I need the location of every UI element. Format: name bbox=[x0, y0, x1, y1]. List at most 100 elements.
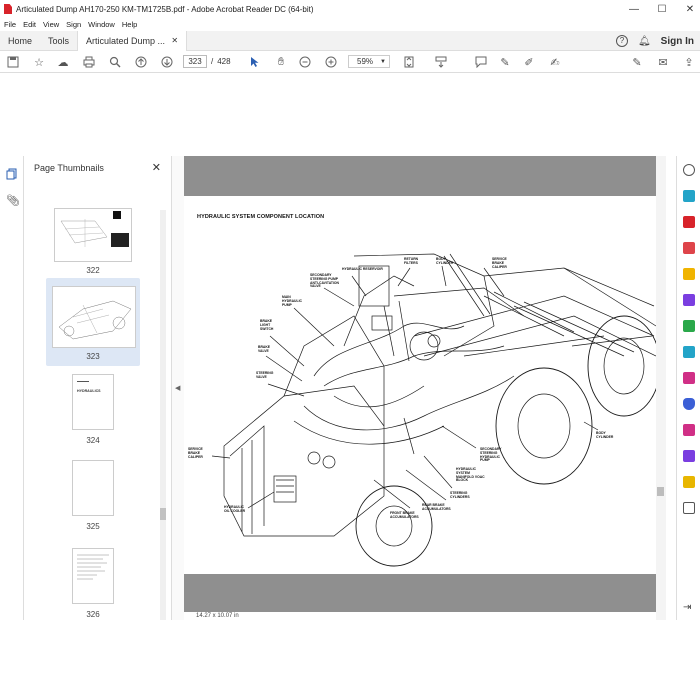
acrobat-icon bbox=[4, 4, 12, 14]
chevron-down-icon: ▼ bbox=[380, 59, 386, 65]
page-thumbnails-icon[interactable] bbox=[6, 168, 18, 180]
close-panel-icon[interactable]: ✕ bbox=[152, 161, 161, 174]
maximize-button[interactable]: ☐ bbox=[648, 0, 676, 18]
tabs-bar: Home Tools Articulated Dump ... ✕ ? 🔔︎ S… bbox=[0, 30, 700, 51]
tab-document[interactable]: Articulated Dump ... ✕ bbox=[77, 30, 188, 51]
compress-pdf-icon[interactable] bbox=[683, 320, 695, 332]
zoom-level-select[interactable]: 59% ▼ bbox=[348, 55, 390, 68]
callout-secondary-steering-pump: SECONDARY STEERING PUMP ANTI-CAVITATION … bbox=[310, 273, 340, 289]
document-scrollbar[interactable] bbox=[656, 156, 666, 620]
sign-in-button[interactable]: Sign In bbox=[661, 36, 694, 47]
status-bar: 14.27 x 10.07 in bbox=[184, 612, 656, 621]
tab-tools[interactable]: Tools bbox=[40, 31, 77, 51]
thumbnail-label-324: 324 bbox=[86, 436, 100, 445]
menu-bar: File Edit View Sign Window Help bbox=[0, 18, 700, 31]
thumbnail-page-324[interactable]: HYDRAULICS bbox=[72, 374, 114, 430]
save-icon[interactable] bbox=[6, 55, 20, 69]
callout-brake-valve: BRAKE VALVE bbox=[258, 345, 271, 353]
draw-icon[interactable]: ✐ bbox=[522, 55, 536, 69]
select-cursor-icon[interactable] bbox=[248, 55, 262, 69]
zoom-search-icon[interactable] bbox=[108, 55, 122, 69]
callout-steering-valve: STEERING VALVE bbox=[256, 371, 274, 379]
thumbnail-page-326[interactable] bbox=[72, 548, 114, 604]
menu-sign[interactable]: Sign bbox=[66, 20, 81, 29]
page-size-label: 14.27 x 10.07 in bbox=[196, 613, 239, 619]
main-toolbar: ☆ ☁︎ 323 / 428 ✋︎ 59% ▼ ✎ ✐ ✍︎ ✎ ✉ ⇪ bbox=[0, 51, 700, 73]
scan-ocr-icon[interactable] bbox=[683, 346, 695, 358]
create-pdf-icon[interactable] bbox=[683, 216, 695, 228]
thumbnail-324-text: HYDRAULICS bbox=[77, 389, 101, 393]
callout-service-brake-caliper-top: SERVICE BRAKE CALIPER bbox=[492, 257, 507, 269]
window-title: Articulated Dump AH170-250 KM-TM1725B.pd… bbox=[16, 4, 314, 14]
next-page-icon[interactable] bbox=[160, 55, 174, 69]
comment-tool-icon[interactable] bbox=[683, 268, 695, 280]
page-navigator: 323 / 428 bbox=[183, 55, 231, 68]
current-page-input[interactable]: 323 bbox=[183, 55, 207, 68]
menu-view[interactable]: View bbox=[43, 20, 59, 29]
request-signature-icon[interactable] bbox=[683, 424, 695, 436]
callout-return-filters: RETURN FILTERS bbox=[404, 257, 419, 265]
tab-close-icon[interactable]: ✕ bbox=[171, 31, 178, 51]
combine-files-icon[interactable] bbox=[683, 242, 695, 254]
comment-icon[interactable] bbox=[474, 55, 488, 69]
zoom-in-icon[interactable] bbox=[324, 55, 338, 69]
menu-file[interactable]: File bbox=[4, 20, 16, 29]
fit-page-icon[interactable] bbox=[402, 55, 416, 69]
window-titlebar: Articulated Dump AH170-250 KM-TM1725B.pd… bbox=[0, 0, 700, 18]
protect-shield-icon[interactable] bbox=[683, 398, 695, 410]
highlight-pen-icon[interactable]: ✎ bbox=[498, 55, 512, 69]
export-pdf-icon[interactable] bbox=[683, 190, 695, 202]
upload-cloud-icon[interactable]: ☁︎ bbox=[56, 55, 70, 69]
pdf-page: HYDRAULIC SYSTEM COMPONENT LOCATION HYDR… bbox=[184, 196, 656, 574]
panel-splitter[interactable]: ◀ bbox=[172, 156, 184, 620]
hand-tool-icon[interactable]: ✋︎ bbox=[274, 55, 288, 69]
share-icon[interactable]: ⇪ bbox=[682, 55, 696, 69]
thumbnail-page-322[interactable] bbox=[54, 208, 132, 262]
callout-main-hydraulic-pump: MAIN HYDRAULIC PUMP bbox=[282, 295, 302, 307]
callout-rear-brake-accumulators: REAR BRAKE ACCUMULATORS bbox=[422, 503, 451, 511]
thumbnail-scrollbar-thumb[interactable] bbox=[160, 508, 166, 520]
document-scrollbar-thumb[interactable] bbox=[657, 487, 664, 496]
panel-title: Page Thumbnails bbox=[34, 163, 104, 173]
organize-pages-icon[interactable] bbox=[683, 294, 695, 306]
thumbnail-list[interactable]: 322 323 HYDRAULICS 324 325 326 bbox=[24, 204, 160, 620]
mail-icon[interactable]: ✉ bbox=[656, 55, 670, 69]
right-tools-rail: ⇥ bbox=[676, 156, 700, 620]
left-rail: 📎︎ bbox=[0, 156, 24, 620]
thumbnail-page-325[interactable] bbox=[72, 460, 114, 516]
collapse-tools-icon[interactable]: ⇥ bbox=[683, 602, 695, 614]
thumbnail-label-326: 326 bbox=[86, 610, 100, 619]
menu-window[interactable]: Window bbox=[88, 20, 115, 29]
attachment-icon[interactable]: 📎︎ bbox=[6, 194, 20, 207]
zoom-tool-icon[interactable] bbox=[683, 164, 695, 176]
page-separator: / bbox=[211, 57, 214, 66]
menu-edit[interactable]: Edit bbox=[23, 20, 36, 29]
send-for-review-icon[interactable] bbox=[683, 476, 695, 488]
fill-sign-icon[interactable]: ✍︎ bbox=[548, 55, 562, 69]
bookmark-star-icon[interactable]: ☆ bbox=[32, 55, 46, 69]
fill-and-sign-icon[interactable] bbox=[683, 372, 695, 384]
callout-brake-light-switch: BRAKE LIGHT SWITCH bbox=[260, 319, 274, 331]
bell-icon[interactable]: 🔔︎ bbox=[638, 36, 651, 47]
callout-body-cylinder-right: BODY CYLINDER bbox=[596, 431, 614, 439]
sign-pen-icon[interactable] bbox=[683, 450, 695, 462]
menu-help[interactable]: Help bbox=[122, 20, 137, 29]
scroll-mode-icon[interactable] bbox=[434, 55, 448, 69]
previous-page-icon[interactable] bbox=[134, 55, 148, 69]
thumbnail-label-322: 322 bbox=[86, 266, 100, 275]
more-tools-wrench-icon[interactable] bbox=[683, 502, 695, 514]
tab-home[interactable]: Home bbox=[0, 31, 40, 51]
minimize-button[interactable]: — bbox=[620, 0, 648, 18]
collapse-panel-icon[interactable]: ◀ bbox=[175, 384, 180, 392]
print-icon[interactable] bbox=[82, 55, 96, 69]
zoom-level-value: 59% bbox=[357, 57, 374, 66]
help-icon[interactable]: ? bbox=[615, 35, 628, 47]
thumbnail-scrollbar[interactable] bbox=[160, 210, 166, 620]
thumbnail-page-323[interactable] bbox=[52, 286, 136, 348]
edit-pen-icon[interactable]: ✎ bbox=[630, 55, 644, 69]
callout-service-brake-caliper-left: SERVICE BRAKE CALIPER bbox=[188, 447, 203, 459]
page-thumbnails-panel: Page Thumbnails ✕ 322 323 HYDRAULICS 324… bbox=[24, 156, 172, 620]
zoom-out-icon[interactable] bbox=[298, 55, 312, 69]
close-window-button[interactable]: ✕ bbox=[676, 0, 700, 18]
callout-front-brake-accumulators: FRONT BRAKE ACCUMULATORS bbox=[390, 511, 419, 519]
